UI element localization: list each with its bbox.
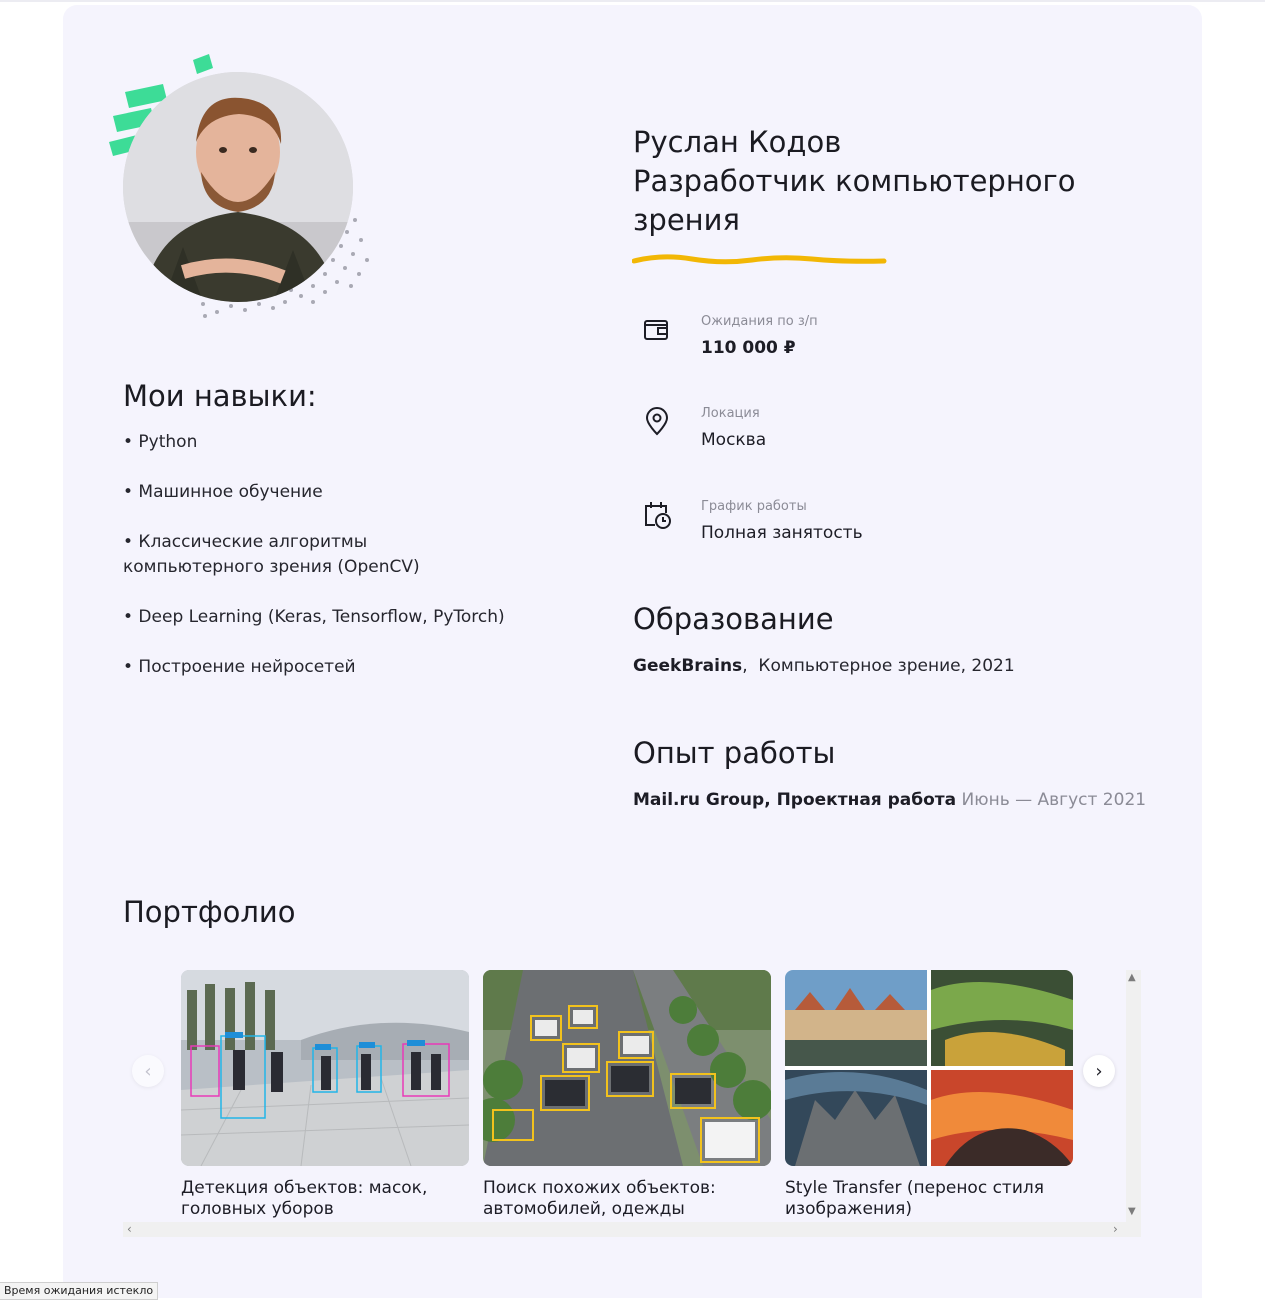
education-details: Компьютерное зрение, 2021 — [758, 656, 1015, 676]
wallet-icon — [644, 320, 668, 340]
skill-item: • Построение нейросетей — [123, 657, 356, 677]
calendar-clock-icon — [645, 502, 671, 529]
skill-item: • Deep Learning (Keras, Tensorflow, PyTo… — [123, 607, 505, 627]
portfolio-caption: Поиск похожих объектов: автомобилей, оде… — [483, 1178, 716, 1219]
salary-label: Ожидания по з/п — [701, 314, 818, 329]
education-entry: GeekBrains, Компьютерное зрение, 2021 — [633, 656, 1015, 676]
schedule-label: График работы — [701, 499, 807, 514]
profile-role-line1: Разработчик компьютерного — [633, 164, 1076, 198]
scroll-down-icon[interactable]: ▼ — [1128, 1206, 1136, 1217]
portfolio-caption: Детекция объектов: масок, головных уборо… — [181, 1178, 428, 1219]
skill-item: • Python — [123, 432, 198, 452]
avatar — [123, 72, 353, 302]
avatar-block — [105, 50, 380, 325]
portfolio-image-style-transfer — [785, 970, 1073, 1166]
scroll-up-icon[interactable]: ▲ — [1128, 972, 1136, 983]
experience-period: Июнь — Август 2021 — [961, 790, 1147, 810]
skills-list: • Python • Машинное обучение • Классичес… — [123, 430, 523, 705]
carousel-prev-button[interactable]: ‹ — [132, 1055, 164, 1087]
portfolio-caption: Style Transfer (перенос стиля изображени… — [785, 1178, 1044, 1219]
portfolio-horizontal-scrollbar[interactable]: ‹ › — [123, 1222, 1141, 1237]
scroll-right-icon[interactable]: › — [1113, 1222, 1118, 1237]
education-separator: , — [742, 656, 748, 676]
carousel-next-button[interactable]: › — [1083, 1055, 1115, 1087]
portfolio-title: Портфолио — [123, 895, 296, 929]
skills-title: Мои навыки: — [123, 379, 317, 413]
salary-value: 110 000 ₽ — [701, 338, 796, 358]
location-value: Москва — [701, 430, 767, 450]
portfolio-card-detection[interactable]: Детекция объектов: масок, головных уборо… — [181, 970, 469, 1220]
location-pin-icon — [645, 407, 669, 436]
salary-row: Ожидания по з/п 110 000 ₽ — [633, 314, 1113, 374]
profile-role-line2: зрения — [633, 203, 740, 237]
title-underline-decoration — [632, 254, 887, 265]
schedule-value: Полная занятость — [701, 523, 863, 543]
location-label: Локация — [701, 406, 760, 421]
profile-heading: Руслан Кодов Разработчик компьютерного з… — [633, 123, 1103, 240]
portfolio-vertical-scrollbar[interactable]: ▲ ▼ — [1126, 970, 1141, 1222]
schedule-row: График работы Полная занятость — [633, 499, 1113, 559]
education-title: Образование — [633, 602, 834, 636]
experience-title: Опыт работы — [633, 736, 836, 770]
portfolio-image-cars — [483, 970, 771, 1166]
scroll-left-icon[interactable]: ‹ — [127, 1222, 132, 1237]
portfolio-image-detection — [181, 970, 469, 1166]
portfolio-carousel[interactable]: Детекция объектов: масок, головных уборо… — [123, 970, 1141, 1237]
experience-entry: Mail.ru Group, Проектная работа Июнь — А… — [633, 790, 1146, 810]
top-border — [0, 0, 1265, 2]
portfolio-card-style-transfer[interactable]: Style Transfer (перенос стиля изображени… — [785, 970, 1073, 1220]
browser-status-bar: Время ожидания истекло — [0, 1282, 159, 1300]
location-row: Локация Москва — [633, 406, 1113, 466]
chevron-right-icon: › — [1095, 1060, 1103, 1082]
experience-company: Mail.ru Group, Проектная работа — [633, 790, 957, 810]
skill-item: • Классические алгоритмы компьютерного з… — [123, 532, 420, 577]
profile-name: Руслан Кодов — [633, 125, 842, 159]
portfolio-card-similar-search[interactable]: Поиск похожих объектов: автомобилей, оде… — [483, 970, 771, 1220]
chevron-left-icon: ‹ — [144, 1060, 152, 1082]
avatar-photo — [123, 72, 353, 302]
education-school: GeekBrains — [633, 656, 743, 676]
skill-item: • Машинное обучение — [123, 482, 323, 502]
